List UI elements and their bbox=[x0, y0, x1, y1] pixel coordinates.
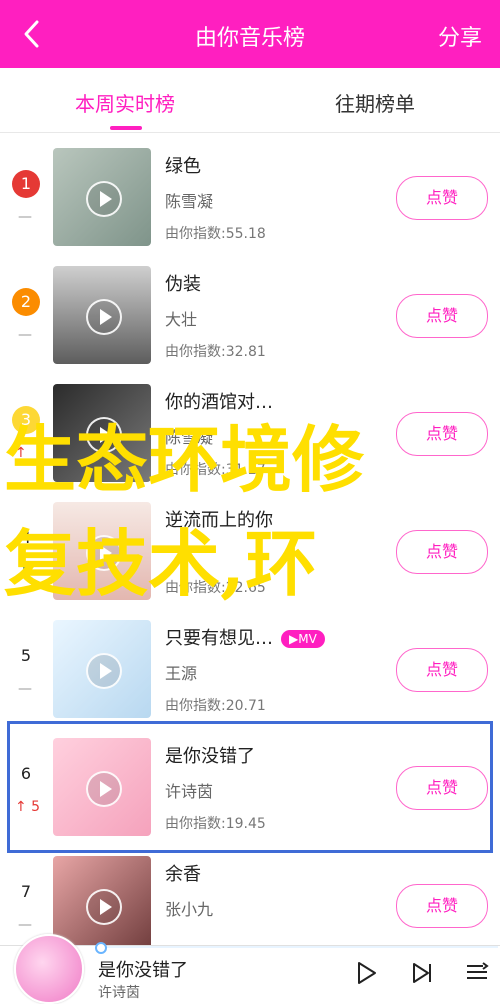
artist-name: 张小九 bbox=[165, 900, 214, 919]
overlay-line-1: 生态环境修 bbox=[4, 417, 365, 502]
top-bar: 由你音乐榜 分享 bbox=[0, 0, 500, 68]
like-button[interactable]: 点赞 bbox=[396, 766, 488, 810]
rank-badge: 2 bbox=[12, 288, 40, 316]
rank-badge: 1 bbox=[12, 170, 40, 198]
artist-name: 大壮 bbox=[165, 310, 198, 329]
trend-indicator: ↑ 5 bbox=[15, 799, 41, 815]
list-item[interactable]: 6 ↑ 5 是你没错了 许诗茵 由你指数:19.45 点赞 bbox=[0, 723, 500, 841]
trend-indicator: — bbox=[18, 917, 32, 933]
song-title: 余香 bbox=[165, 864, 201, 885]
song-title-text: 只要有想见… bbox=[165, 628, 273, 649]
artist-name: 许诗茵 bbox=[165, 782, 214, 801]
like-button[interactable]: 点赞 bbox=[396, 294, 488, 338]
like-button[interactable]: 点赞 bbox=[396, 648, 488, 692]
score-index: 由你指数:55.18 bbox=[165, 226, 266, 242]
tab-bar: 本周实时榜 往期榜单 bbox=[0, 68, 500, 133]
album-cover[interactable] bbox=[53, 148, 151, 246]
playlist-icon[interactable] bbox=[463, 959, 491, 987]
now-playing-title: 是你没错了 bbox=[98, 960, 188, 981]
mv-badge[interactable]: ▶MV bbox=[281, 630, 325, 648]
list-item[interactable]: 5 — 只要有想见… ▶MV 王源 由你指数:20.71 点赞 bbox=[0, 605, 500, 723]
song-title: 只要有想见… ▶MV bbox=[165, 624, 325, 650]
overlay-text: 生态环境修 复技术,环 bbox=[0, 408, 500, 616]
overlay-line-2: 复技术,环 bbox=[4, 521, 318, 606]
mini-player[interactable]: 是你没错了 许诗茵 bbox=[0, 934, 500, 1004]
share-button[interactable]: 分享 bbox=[438, 20, 482, 52]
album-cover[interactable] bbox=[53, 738, 151, 836]
rank-badge: 7 bbox=[20, 882, 32, 901]
now-playing-artist: 许诗茵 bbox=[98, 985, 140, 1001]
tab-weekly[interactable]: 本周实时榜 bbox=[0, 88, 250, 117]
page-title: 由你音乐榜 bbox=[194, 26, 305, 51]
trend-indicator: — bbox=[18, 681, 32, 697]
like-button[interactable]: 点赞 bbox=[396, 176, 488, 220]
album-cover[interactable] bbox=[53, 620, 151, 718]
next-icon[interactable] bbox=[408, 959, 436, 987]
play-icon[interactable] bbox=[352, 959, 380, 987]
like-button[interactable]: 点赞 bbox=[396, 884, 488, 928]
song-title: 是你没错了 bbox=[165, 746, 255, 767]
list-item[interactable]: 2 — 伪装 大壮 由你指数:32.81 点赞 bbox=[0, 251, 500, 369]
list-item[interactable]: 7 — 余香 张小九 点赞 bbox=[0, 841, 500, 945]
trend-indicator: — bbox=[18, 209, 32, 225]
rank-badge: 6 bbox=[20, 764, 32, 783]
rank-badge: 5 bbox=[20, 646, 32, 665]
play-icon[interactable] bbox=[86, 181, 122, 217]
artist-name: 陈雪凝 bbox=[165, 192, 214, 211]
score-index: 由你指数:32.81 bbox=[165, 344, 266, 360]
song-title: 绿色 bbox=[165, 156, 201, 177]
play-icon[interactable] bbox=[86, 653, 122, 689]
list-item[interactable]: 1 — 绿色 陈雪凝 由你指数:55.18 点赞 bbox=[0, 133, 500, 251]
trend-indicator: — bbox=[18, 327, 32, 343]
progress-knob[interactable] bbox=[95, 942, 107, 954]
now-playing-cover[interactable] bbox=[14, 934, 84, 1004]
tab-indicator bbox=[110, 126, 142, 130]
score-index: 由你指数:20.71 bbox=[165, 698, 266, 714]
play-icon[interactable] bbox=[86, 299, 122, 335]
play-icon[interactable] bbox=[86, 889, 122, 925]
score-index: 由你指数:19.45 bbox=[165, 816, 266, 832]
progress-track[interactable] bbox=[98, 946, 498, 948]
artist-name: 王源 bbox=[165, 664, 198, 683]
album-cover[interactable] bbox=[53, 856, 151, 945]
play-icon[interactable] bbox=[86, 771, 122, 807]
tab-history[interactable]: 往期榜单 bbox=[250, 88, 500, 117]
song-title: 伪装 bbox=[165, 274, 201, 295]
album-cover[interactable] bbox=[53, 266, 151, 364]
